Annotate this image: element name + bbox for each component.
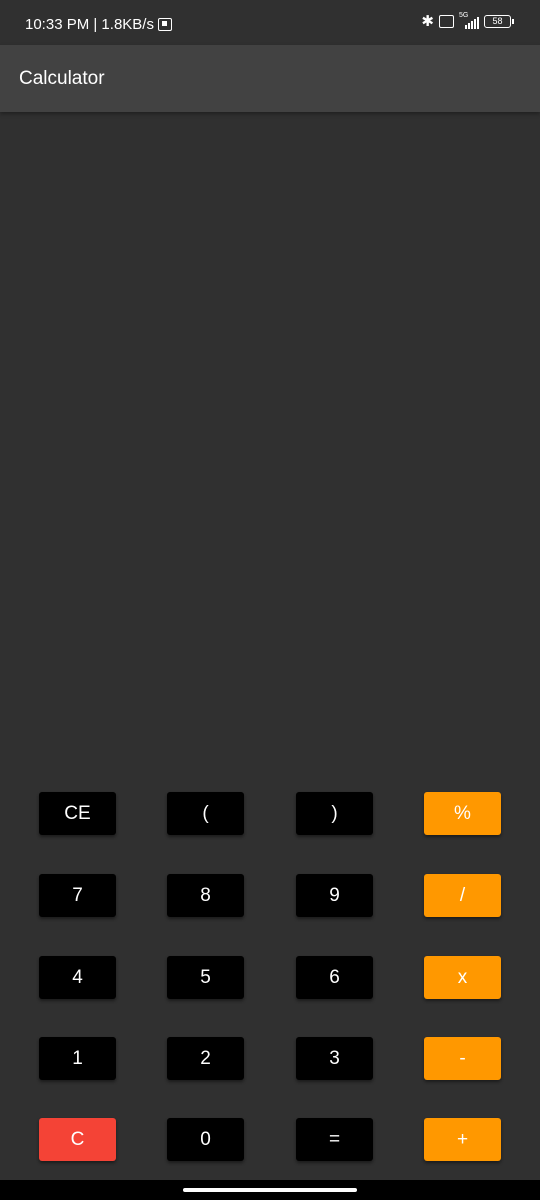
digit-2-button[interactable]: 2 xyxy=(167,1037,244,1080)
clear-entry-button[interactable]: CE xyxy=(39,792,116,835)
digit-8-button[interactable]: 8 xyxy=(167,874,244,917)
navigation-bar xyxy=(0,1180,540,1200)
add-button[interactable]: + xyxy=(424,1118,501,1161)
percent-button[interactable]: % xyxy=(424,792,501,835)
digit-1-button[interactable]: 1 xyxy=(39,1037,116,1080)
app-bar: Calculator xyxy=(0,45,540,112)
digit-6-button[interactable]: 6 xyxy=(296,956,373,999)
digit-5-button[interactable]: 5 xyxy=(167,956,244,999)
digit-0-button[interactable]: 0 xyxy=(167,1118,244,1161)
equals-button[interactable]: = xyxy=(296,1118,373,1161)
digit-4-button[interactable]: 4 xyxy=(39,956,116,999)
open-paren-button[interactable]: ( xyxy=(167,792,244,835)
calculator-screen: 10:33 PM | 1.8KB/s ✱ 5G 58 Calculator CE… xyxy=(0,0,540,1200)
keypad: CE ( ) % 7 8 9 / 4 5 6 x 1 2 3 - C 0 = + xyxy=(0,0,540,1200)
app-title: Calculator xyxy=(19,68,105,89)
multiply-button[interactable]: x xyxy=(424,956,501,999)
digit-7-button[interactable]: 7 xyxy=(39,874,116,917)
divide-button[interactable]: / xyxy=(424,874,501,917)
subtract-button[interactable]: - xyxy=(424,1037,501,1080)
clear-button[interactable]: C xyxy=(39,1118,116,1161)
digit-3-button[interactable]: 3 xyxy=(296,1037,373,1080)
digit-9-button[interactable]: 9 xyxy=(296,874,373,917)
home-indicator[interactable] xyxy=(183,1188,357,1192)
close-paren-button[interactable]: ) xyxy=(296,792,373,835)
